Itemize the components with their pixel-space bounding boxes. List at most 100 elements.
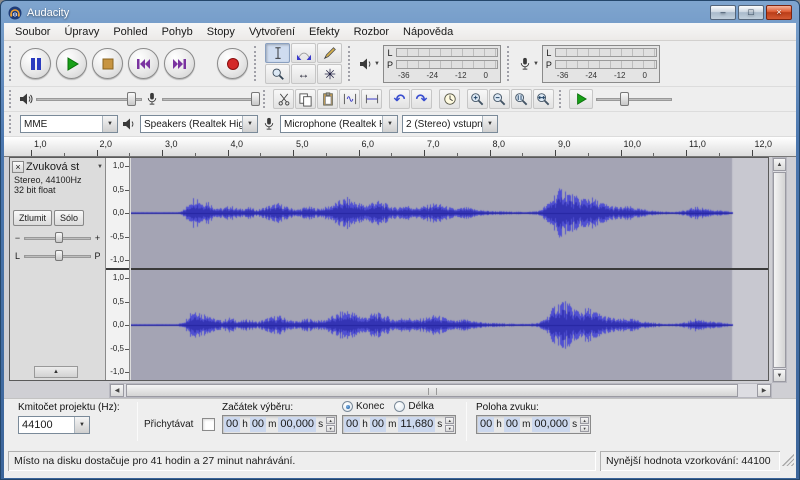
scroll-down-button[interactable]: ▼: [773, 369, 786, 382]
playback-meter[interactable]: L P -36-24-120: [383, 45, 501, 83]
output-device-select[interactable]: Speakers (Realtek High Definit ▼: [140, 115, 258, 133]
menu-item-vytvoreni[interactable]: Vytvoření: [242, 24, 302, 40]
selection-tool-button[interactable]: [265, 43, 290, 63]
skip-to-start-button[interactable]: [128, 48, 159, 79]
playback-speed-slider[interactable]: [596, 90, 672, 108]
track-title[interactable]: Zvuková st: [26, 161, 95, 173]
chevron-down-icon[interactable]: ▼: [382, 116, 397, 132]
chevron-down-icon[interactable]: ▼: [74, 417, 89, 433]
slider-groove[interactable]: [596, 98, 672, 101]
minimize-button[interactable]: –: [710, 5, 736, 20]
recording-meter[interactable]: L P -36-24-120: [542, 45, 660, 83]
undo-button[interactable]: ↶: [389, 89, 410, 109]
toolbar-grip[interactable]: [254, 46, 259, 81]
track-close-button[interactable]: ×: [12, 161, 24, 173]
draw-tool-button[interactable]: [317, 43, 342, 63]
radio-end[interactable]: Konec: [342, 401, 384, 412]
menu-item-upravy[interactable]: Úpravy: [57, 24, 106, 40]
track-menu-icon[interactable]: ▼: [97, 164, 103, 170]
play-at-speed-button[interactable]: [569, 89, 593, 109]
solo-button[interactable]: Sólo: [54, 210, 84, 226]
zoom-out-button[interactable]: [489, 89, 510, 109]
paste-button[interactable]: [317, 89, 338, 109]
toolbar-grip[interactable]: [559, 90, 564, 109]
toolbar-grip[interactable]: [9, 115, 14, 134]
radio-length[interactable]: Délka: [394, 401, 434, 412]
toolbar-grip[interactable]: [348, 46, 353, 81]
toolbar-grip[interactable]: [9, 90, 14, 109]
toolbar-grip[interactable]: [9, 46, 14, 81]
menu-item-rozbor[interactable]: Rozbor: [347, 24, 396, 40]
zoom-in-button[interactable]: [467, 89, 488, 109]
spin-up-icon[interactable]: ▲: [580, 417, 589, 424]
toolbar-grip[interactable]: [507, 46, 512, 81]
fit-project-button[interactable]: [533, 89, 554, 109]
project-rate-select[interactable]: 44100 ▼: [18, 416, 90, 434]
stop-button[interactable]: [92, 48, 123, 79]
chevron-down-icon[interactable]: ▼: [482, 116, 497, 132]
radio-end-dot[interactable]: [342, 401, 353, 412]
trim-audio-button[interactable]: [339, 89, 360, 109]
input-device-select[interactable]: Microphone (Realtek High Defi ▼: [280, 115, 398, 133]
menu-item-efekty[interactable]: Efekty: [302, 24, 347, 40]
zoom-tool-button[interactable]: [265, 64, 290, 84]
spin-down-icon[interactable]: ▼: [580, 425, 589, 432]
selection-start-field[interactable]: 00h 00m 00,000s ▲▼: [222, 415, 337, 434]
pan-slider[interactable]: L P: [14, 248, 101, 264]
slider-thumb[interactable]: [620, 92, 629, 106]
meter-dropdown-icon[interactable]: ▼: [533, 61, 539, 67]
redo-button[interactable]: ↷: [411, 89, 432, 109]
radio-length-dot[interactable]: [394, 401, 405, 412]
menu-item-soubor[interactable]: Soubor: [8, 24, 57, 40]
slider-thumb[interactable]: [251, 92, 260, 106]
title-bar[interactable]: Audacity – □ ×: [4, 3, 796, 22]
horizontal-scroll-thumb[interactable]: [126, 384, 738, 397]
toolbar-grip[interactable]: [263, 90, 268, 109]
menu-item-napoveda[interactable]: Nápověda: [396, 24, 460, 40]
gain-slider[interactable]: − +: [14, 230, 101, 246]
audio-position-field[interactable]: 00h 00m 00,000s ▲▼: [476, 415, 591, 434]
play-button[interactable]: [56, 48, 87, 79]
snap-to-checkbox[interactable]: [202, 418, 215, 431]
timeline-ruler[interactable]: 1,02,03,04,05,06,07,08,09,010,011,012,0: [4, 137, 796, 157]
slider-thumb[interactable]: [55, 232, 63, 243]
spin-down-icon[interactable]: ▼: [326, 425, 335, 432]
slider-thumb[interactable]: [55, 250, 63, 261]
input-channels-select[interactable]: 2 (Stereo) vstupn ▼: [402, 115, 498, 133]
horizontal-scrollbar[interactable]: ◀ ▶: [109, 383, 772, 398]
envelope-tool-button[interactable]: [291, 43, 316, 63]
scroll-left-button[interactable]: ◀: [110, 384, 124, 397]
spin-up-icon[interactable]: ▲: [326, 417, 335, 424]
selection-end-field[interactable]: 00h 00m 11,680s ▲▼: [342, 415, 456, 434]
record-button[interactable]: [217, 48, 248, 79]
input-volume-slider[interactable]: [162, 90, 258, 108]
maximize-button[interactable]: □: [738, 5, 764, 20]
vertical-scroll-thumb[interactable]: [773, 172, 786, 368]
multi-tool-button[interactable]: [317, 64, 342, 84]
waveform-channel-right[interactable]: [131, 270, 768, 380]
output-volume-slider[interactable]: [36, 90, 142, 108]
menu-item-pohyb[interactable]: Pohyb: [155, 24, 200, 40]
mute-button[interactable]: Ztlumit: [13, 210, 52, 226]
sync-lock-button[interactable]: [439, 89, 460, 109]
scroll-up-button[interactable]: ▲: [773, 158, 786, 171]
skip-to-end-button[interactable]: [164, 48, 195, 79]
pause-button[interactable]: [20, 48, 51, 79]
chevron-down-icon[interactable]: ▼: [242, 116, 257, 132]
vertical-scrollbar[interactable]: ▲ ▼: [772, 157, 787, 383]
spin-up-icon[interactable]: ▲: [445, 417, 454, 424]
slider-groove[interactable]: [162, 98, 258, 101]
close-button[interactable]: ×: [766, 5, 792, 20]
resize-grip[interactable]: [782, 454, 794, 466]
collapse-track-button[interactable]: ▲: [34, 366, 78, 378]
silence-audio-button[interactable]: [361, 89, 382, 109]
menu-item-pohled[interactable]: Pohled: [106, 24, 154, 40]
slider-groove[interactable]: [36, 98, 142, 101]
slider-thumb[interactable]: [127, 92, 136, 106]
chevron-down-icon[interactable]: ▼: [102, 116, 117, 132]
menu-item-stopy[interactable]: Stopy: [200, 24, 242, 40]
fit-selection-button[interactable]: [511, 89, 532, 109]
cut-button[interactable]: [273, 89, 294, 109]
spin-down-icon[interactable]: ▼: [445, 425, 454, 432]
meter-dropdown-icon[interactable]: ▼: [374, 61, 380, 67]
